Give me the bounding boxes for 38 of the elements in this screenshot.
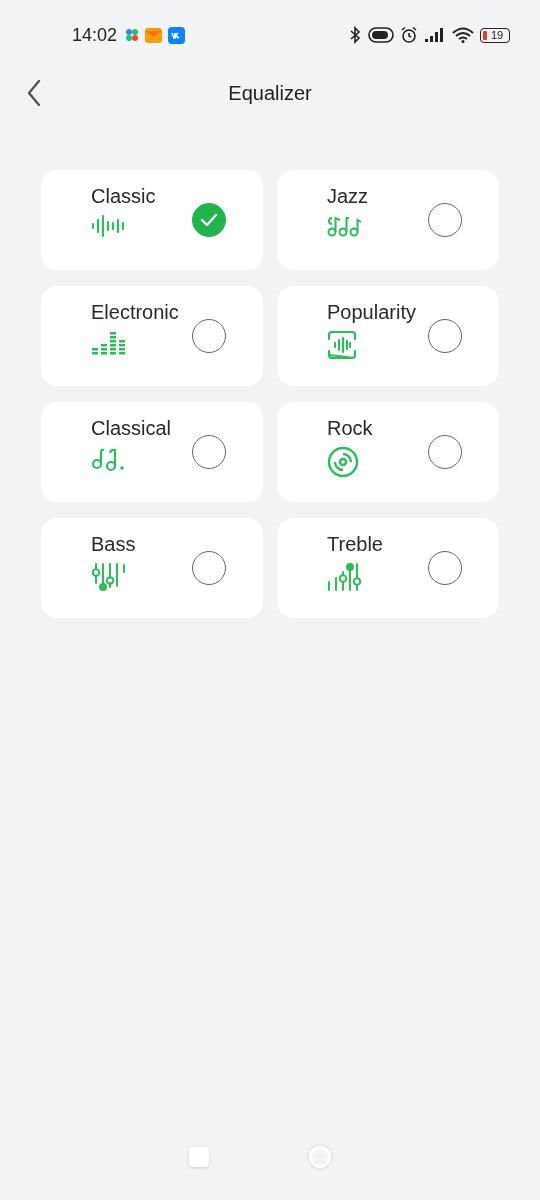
preset-label: Jazz [327, 185, 369, 208]
mail-icon [145, 27, 163, 43]
check-icon [200, 213, 218, 227]
equalizer-bars-icon [91, 330, 127, 356]
dots-app-icon [125, 28, 140, 42]
preset-card[interactable]: Classic [41, 170, 263, 270]
bluetooth-icon [348, 26, 362, 44]
preset-label: Classic [91, 185, 156, 208]
sliders-icon [327, 562, 363, 592]
sliders-icon [91, 562, 127, 592]
disc-icon [327, 446, 359, 478]
pill-icon [368, 27, 394, 43]
preset-card[interactable]: Popularity [277, 286, 499, 386]
preset-card[interactable]: Bass [41, 518, 263, 618]
preset-label: Classical [91, 417, 172, 440]
preset-label: Rock [327, 417, 373, 440]
framed-wave-icon [327, 330, 357, 360]
music-notes-icon [327, 214, 363, 238]
status-time: 14:02 [72, 24, 118, 46]
wifi-icon [452, 27, 474, 43]
music-notes-icon [91, 446, 127, 472]
preset-label: Treble [327, 533, 383, 556]
preset-card[interactable]: Electronic [41, 286, 263, 386]
preset-card[interactable]: Jazz [277, 170, 499, 270]
signal-icon [424, 27, 446, 43]
battery-level: 19 [490, 29, 504, 41]
page-title: Equalizer [228, 81, 312, 105]
preset-card[interactable]: Rock [277, 402, 499, 502]
alarm-icon [400, 26, 418, 44]
radio-button[interactable] [192, 203, 226, 237]
preset-label: Popularity [327, 301, 416, 324]
sound-wave-icon [91, 214, 127, 238]
preset-card[interactable]: Treble [277, 518, 499, 618]
preset-label: Bass [91, 533, 136, 556]
preset-label: Electronic [91, 301, 179, 324]
preset-card[interactable]: Classical [41, 402, 263, 502]
back-icon[interactable] [27, 80, 41, 106]
vk-icon [168, 26, 186, 44]
